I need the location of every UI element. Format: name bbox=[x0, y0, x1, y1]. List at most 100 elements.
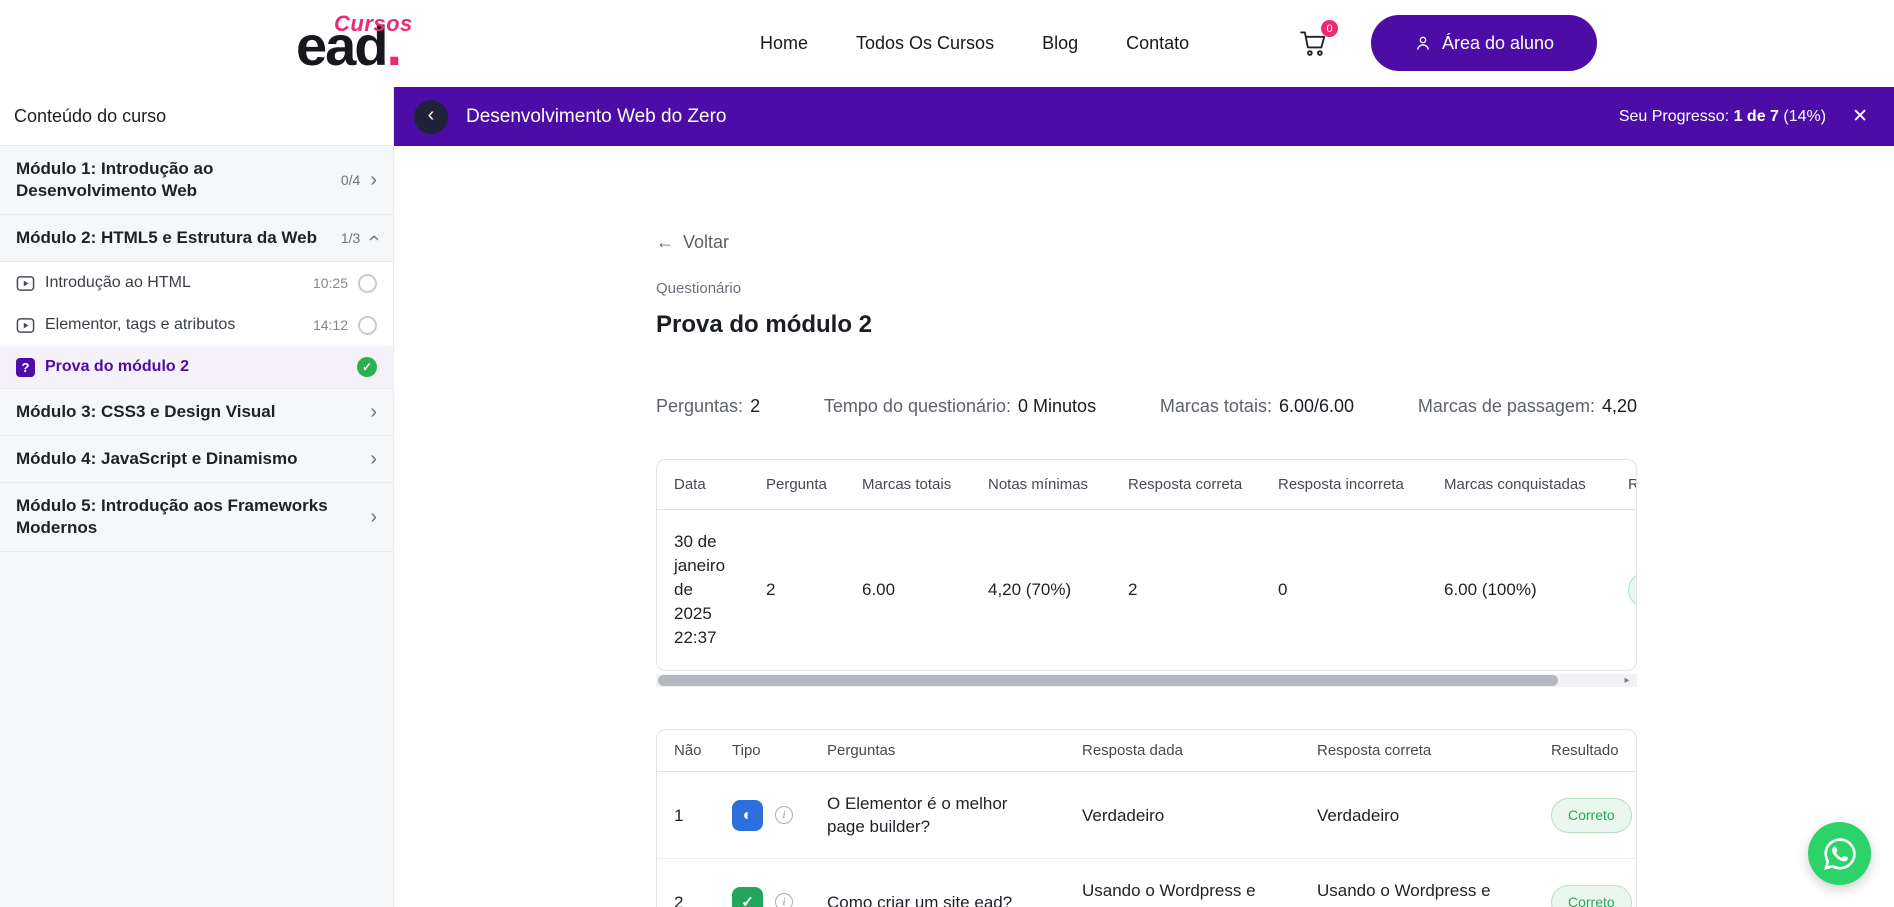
question-text: O Elementor é o melhor page builder? bbox=[810, 772, 1065, 859]
module-2-lessons: Introdução ao HTML 10:25 Elementor, tags… bbox=[0, 262, 393, 389]
questions-table: Não Tipo Perguntas Resposta dada Respost… bbox=[657, 730, 1636, 907]
column-header-resposta-correta: Resposta correta bbox=[1111, 460, 1261, 510]
lesson-label: Prova do módulo 2 bbox=[45, 356, 347, 378]
course-title: Desenvolvimento Web do Zero bbox=[466, 106, 727, 128]
main-nav: Home Todos Os Cursos Blog Contato bbox=[760, 0, 1189, 87]
stat-marcas-passagem: Marcas de passagem:4,20 bbox=[1418, 395, 1637, 417]
left-arrow-icon: ← bbox=[656, 230, 674, 254]
logo-cursos-text: Cursos bbox=[334, 11, 413, 37]
back-arrow-icon: ‹ bbox=[428, 105, 435, 125]
lesson-duration: 14:12 bbox=[313, 317, 348, 333]
whatsapp-button[interactable] bbox=[1808, 822, 1871, 885]
column-header-notas-minimas: Notas mínimas bbox=[971, 460, 1111, 510]
quiz-icon: ? bbox=[16, 358, 35, 377]
attempts-table-card: Data Pergunta Marcas totais Notas mínima… bbox=[656, 459, 1637, 671]
video-play-icon bbox=[16, 274, 35, 293]
correct-answer: Verdadeiro bbox=[1300, 772, 1534, 859]
course-topbar: ‹ Desenvolvimento Web do Zero Seu Progre… bbox=[394, 87, 1894, 146]
chevron-right-icon: › bbox=[370, 507, 377, 527]
nav-home[interactable]: Home bbox=[760, 33, 808, 54]
video-play-icon bbox=[16, 316, 35, 335]
course-sidebar: Conteúdo do curso Módulo 1: Introdução a… bbox=[0, 87, 394, 907]
scrollbar-thumb[interactable] bbox=[658, 675, 1558, 686]
module-label: Módulo 3: CSS3 e Design Visual bbox=[16, 401, 285, 423]
status-badge: Correto bbox=[1551, 798, 1632, 833]
column-header-perguntas: Perguntas bbox=[810, 730, 1065, 772]
attempts-table: Data Pergunta Marcas totais Notas mínima… bbox=[657, 460, 1637, 670]
quiz-kicker: Questionário bbox=[656, 280, 1637, 297]
given-answer: Usando o Wordpress e Tutor LMS bbox=[1065, 859, 1300, 907]
info-icon[interactable]: i bbox=[775, 893, 793, 907]
true-false-type-icon: ◐ bbox=[732, 800, 763, 831]
site-logo[interactable]: Cursos ead. bbox=[296, 5, 400, 82]
attempt-total-marks: 6.00 bbox=[845, 510, 971, 671]
quiz-stats: Perguntas:2 Tempo do questionário:0 Minu… bbox=[656, 395, 1637, 417]
question-result: Correto bbox=[1534, 859, 1636, 907]
module-count: 1/3 bbox=[341, 230, 360, 246]
back-link-label: Voltar bbox=[683, 230, 729, 254]
student-area-label: Área do aluno bbox=[1442, 33, 1554, 54]
module-5-header[interactable]: Módulo 5: Introdução aos Frameworks Mode… bbox=[0, 483, 393, 552]
column-header-tipo: Tipo bbox=[715, 730, 810, 772]
progress-value: 1 de 7 bbox=[1734, 108, 1779, 125]
stat-tempo: Tempo do questionário:0 Minutos bbox=[824, 395, 1096, 417]
attempt-row: 30 de janeiro de 2025 22:37 2 6.00 4,20 … bbox=[657, 510, 1637, 671]
checkbox-type-icon: ✓ bbox=[732, 887, 763, 907]
nav-contato[interactable]: Contato bbox=[1126, 33, 1189, 54]
question-number: 1 bbox=[657, 772, 715, 859]
cart-button[interactable]: 0 bbox=[1298, 28, 1330, 60]
lesson-item-introducao-ao-html[interactable]: Introdução ao HTML 10:25 bbox=[0, 262, 393, 304]
chevron-right-icon: › bbox=[370, 449, 377, 469]
lesson-item-prova-do-modulo-2[interactable]: ? Prova do módulo 2 ✓ bbox=[0, 346, 393, 388]
nav-todos-os-cursos[interactable]: Todos Os Cursos bbox=[856, 33, 994, 54]
close-course-button[interactable]: ✕ bbox=[1852, 105, 1868, 128]
scrollbar-right-arrow[interactable]: ▸ bbox=[1617, 674, 1637, 687]
lesson-label: Elementor, tags e atributos bbox=[45, 314, 303, 336]
student-area-button[interactable]: Área do aluno bbox=[1371, 15, 1597, 71]
given-answer: Verdadeiro bbox=[1065, 772, 1300, 859]
question-number: 2 bbox=[657, 859, 715, 907]
module-3: Módulo 3: CSS3 e Design Visual › bbox=[0, 389, 393, 436]
module-3-header[interactable]: Módulo 3: CSS3 e Design Visual › bbox=[0, 389, 393, 436]
column-header-pergunta: Pergunta bbox=[749, 460, 845, 510]
column-header-resposta-correta: Resposta correta bbox=[1300, 730, 1534, 772]
lesson-duration: 10:25 bbox=[313, 275, 348, 291]
whatsapp-icon bbox=[1822, 836, 1858, 872]
column-header-marcas-totais: Marcas totais bbox=[845, 460, 971, 510]
stat-marcas-totais: Marcas totais:6.00/6.00 bbox=[1160, 395, 1354, 417]
stat-perguntas: Perguntas:2 bbox=[656, 395, 760, 417]
module-1-header[interactable]: Módulo 1: Introdução ao Desenvolvimento … bbox=[0, 146, 393, 215]
module-label: Módulo 5: Introdução aos Frameworks Mode… bbox=[16, 495, 370, 539]
correct-answer: Usando o Wordpress e Tutor LMS bbox=[1300, 859, 1534, 907]
quiz-title: Prova do módulo 2 bbox=[656, 311, 1637, 339]
column-header-resultado: Resultado bbox=[1534, 730, 1636, 772]
lesson-item-elementor-tags-e-atributos[interactable]: Elementor, tags e atributos 14:12 bbox=[0, 304, 393, 346]
attempt-date: 30 de janeiro de 2025 22:37 bbox=[657, 510, 749, 671]
attempt-min-marks: 4,20 (70%) bbox=[971, 510, 1111, 671]
lesson-completed-check-icon: ✓ bbox=[357, 357, 377, 377]
scrollbar-track[interactable] bbox=[656, 674, 1617, 687]
column-header-resultado: Resultado bbox=[1611, 460, 1637, 510]
module-2-header[interactable]: Módulo 2: HTML5 e Estrutura da Web 1/3 › bbox=[0, 215, 393, 262]
attempt-earned-marks: 6.00 (100%) bbox=[1427, 510, 1611, 671]
chevron-up-icon: › bbox=[364, 235, 384, 242]
lesson-status-circle bbox=[358, 316, 377, 335]
course-back-button[interactable]: ‹ bbox=[414, 100, 448, 134]
module-4: Módulo 4: JavaScript e Dinamismo › bbox=[0, 436, 393, 483]
sidebar-title: Conteúdo do curso bbox=[0, 87, 393, 146]
site-header: Cursos ead. Home Todos Os Cursos Blog Co… bbox=[0, 0, 1894, 87]
module-4-header[interactable]: Módulo 4: JavaScript e Dinamismo › bbox=[0, 436, 393, 483]
module-label: Módulo 4: JavaScript e Dinamismo bbox=[16, 448, 308, 470]
main-content: ← Voltar Questionário Prova do módulo 2 … bbox=[394, 146, 1894, 907]
info-icon[interactable]: i bbox=[775, 806, 793, 824]
attempt-correct: 2 bbox=[1111, 510, 1261, 671]
question-result: Correto bbox=[1534, 772, 1636, 859]
module-count: 0/4 bbox=[341, 172, 360, 188]
progress-percent: (14%) bbox=[1783, 108, 1826, 125]
progress-label: Seu Progresso: bbox=[1619, 108, 1729, 125]
back-link[interactable]: ← Voltar bbox=[656, 230, 729, 254]
question-row: 1 ◐ i O Elementor é o melhor page builde… bbox=[657, 772, 1636, 859]
nav-blog[interactable]: Blog bbox=[1042, 33, 1078, 54]
status-badge: Correto bbox=[1551, 885, 1632, 907]
module-5: Módulo 5: Introdução aos Frameworks Mode… bbox=[0, 483, 393, 552]
